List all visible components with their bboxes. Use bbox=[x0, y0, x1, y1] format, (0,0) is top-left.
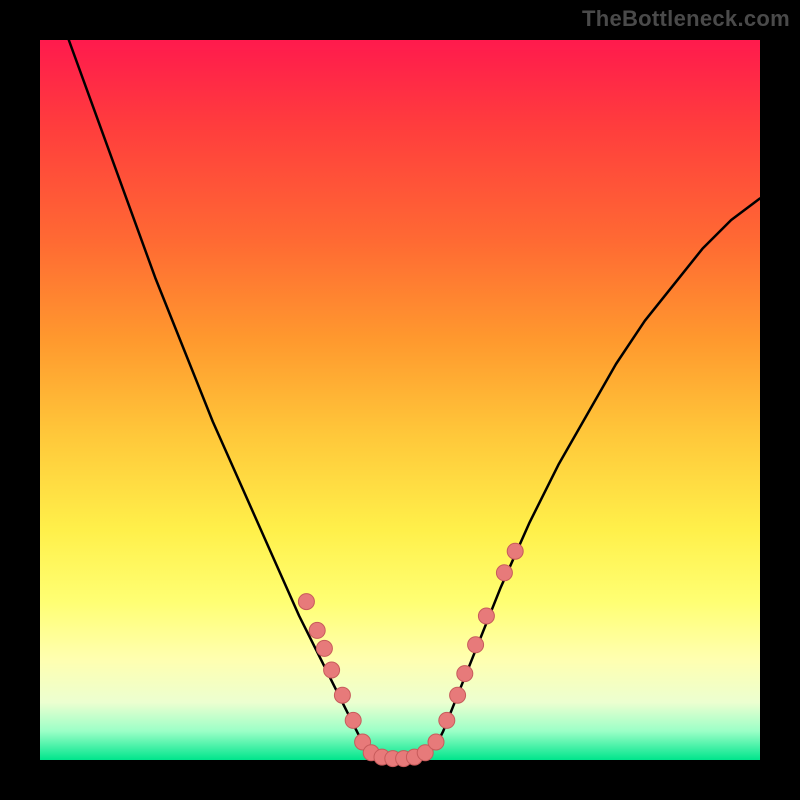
curve-marker bbox=[428, 734, 444, 750]
curve-marker bbox=[334, 687, 350, 703]
watermark-text: TheBottleneck.com bbox=[582, 6, 790, 32]
curve-marker bbox=[439, 712, 455, 728]
curve-markers bbox=[298, 543, 523, 766]
curve-marker bbox=[496, 565, 512, 581]
curve-marker bbox=[457, 666, 473, 682]
curve-marker bbox=[298, 594, 314, 610]
curve-marker bbox=[316, 640, 332, 656]
curve-marker bbox=[507, 543, 523, 559]
plot-area bbox=[40, 40, 760, 760]
curve-marker bbox=[309, 622, 325, 638]
curve-marker bbox=[468, 637, 484, 653]
curve-marker bbox=[324, 662, 340, 678]
curve-marker bbox=[450, 687, 466, 703]
curve-marker bbox=[345, 712, 361, 728]
bottleneck-curve bbox=[69, 40, 760, 760]
curve-marker bbox=[478, 608, 494, 624]
chart-svg bbox=[40, 40, 760, 760]
chart-frame: TheBottleneck.com bbox=[0, 0, 800, 800]
